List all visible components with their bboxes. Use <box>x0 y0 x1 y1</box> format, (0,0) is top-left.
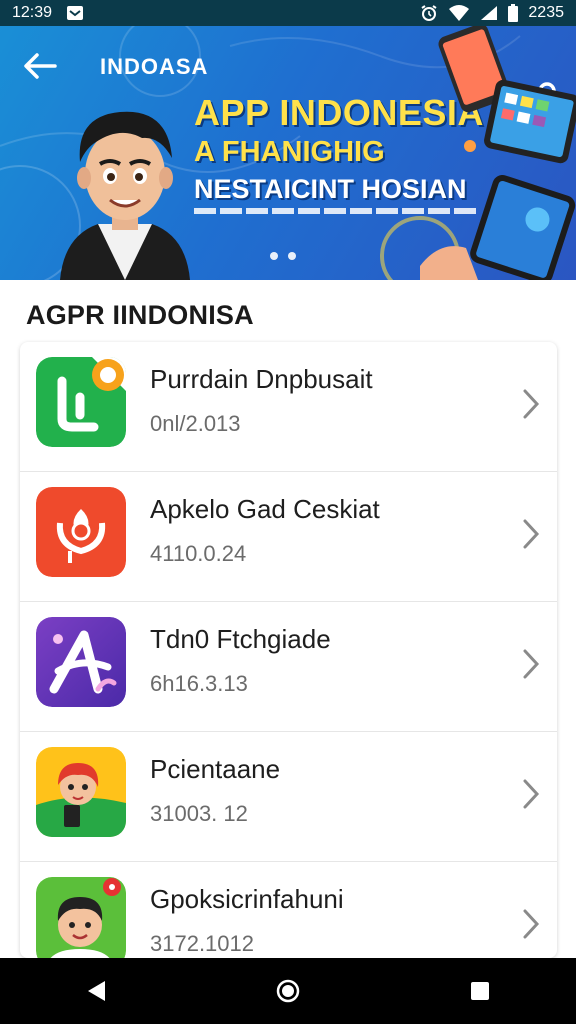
list-item[interactable]: Pcientaane 31003. 12 <box>20 732 557 862</box>
app-name: Gpoksicrinfahuni <box>150 884 344 914</box>
app-version: 6h16.3.13 <box>150 671 248 696</box>
wifi-icon <box>448 5 470 21</box>
app-version: 4110.0.24 <box>150 541 247 566</box>
list-item[interactable]: Gpoksicrinfahuni 3172.1012 <box>20 862 557 958</box>
green-boy-app-icon <box>36 877 126 958</box>
recents-square-icon <box>471 982 489 1000</box>
app-version: 31003. 12 <box>150 801 248 826</box>
app-list: Purrdain Dnpbusait 0nl/2.013 Apkelo Gad … <box>20 342 557 958</box>
banner-page-indicator <box>270 252 296 260</box>
chevron-right-icon <box>518 906 544 942</box>
nav-home-button[interactable] <box>258 966 318 1016</box>
app-name: Pcientaane <box>150 754 281 784</box>
app-name: Purrdain Dnpbusait <box>150 364 373 394</box>
list-item[interactable]: Purrdain Dnpbusait 0nl/2.013 <box>20 342 557 472</box>
green-phone-app-icon <box>36 357 126 447</box>
list-item[interactable]: Apkelo Gad Ceskiat 4110.0.24 <box>20 472 557 602</box>
page-dot <box>288 252 296 260</box>
yellow-character-app-icon <box>36 747 126 837</box>
home-circle-icon <box>276 979 300 1003</box>
app-name: Tdn0 Ftchgiade <box>150 624 331 654</box>
list-item[interactable]: Tdn0 Ftchgiade 6h16.3.13 <box>20 602 557 732</box>
chevron-right-icon <box>518 516 544 552</box>
smartphones-illustration <box>420 26 576 280</box>
back-button[interactable] <box>18 46 62 86</box>
cartoon-man-illustration <box>60 111 190 280</box>
app-version: 0nl/2.013 <box>150 411 241 436</box>
chevron-right-icon <box>518 646 544 682</box>
red-flower-app-icon <box>36 487 126 577</box>
navigation-bar <box>0 958 576 1024</box>
nav-recents-button[interactable] <box>450 966 510 1016</box>
back-triangle-icon <box>88 981 105 1001</box>
purple-letter-a-app-icon <box>36 617 126 707</box>
brand-name: INDOASA <box>100 54 209 79</box>
battery-icon <box>508 4 519 22</box>
status-bar: 12:39 2235 <box>0 0 576 26</box>
signal-icon <box>480 5 498 21</box>
page-dot <box>270 252 278 260</box>
alarm-icon <box>420 4 438 22</box>
app-version: 3172.1012 <box>150 931 254 956</box>
chevron-right-icon <box>518 776 544 812</box>
arrow-left-icon <box>24 53 57 79</box>
nav-back-button[interactable] <box>66 966 126 1016</box>
chevron-right-icon <box>518 386 544 422</box>
promo-banner[interactable]: INDOASA APP INDONESIA A FHANIGHIG NESTAI… <box>0 26 576 280</box>
status-time: 12:39 <box>12 4 53 21</box>
status-right-text: 2235 <box>528 4 564 21</box>
section-title: AGPR IINDONISA <box>26 300 254 330</box>
app-name: Apkelo Gad Ceskiat <box>150 494 380 524</box>
notification-icon <box>66 5 84 21</box>
banner-headline-2: A FHANIGHIG <box>194 136 385 168</box>
